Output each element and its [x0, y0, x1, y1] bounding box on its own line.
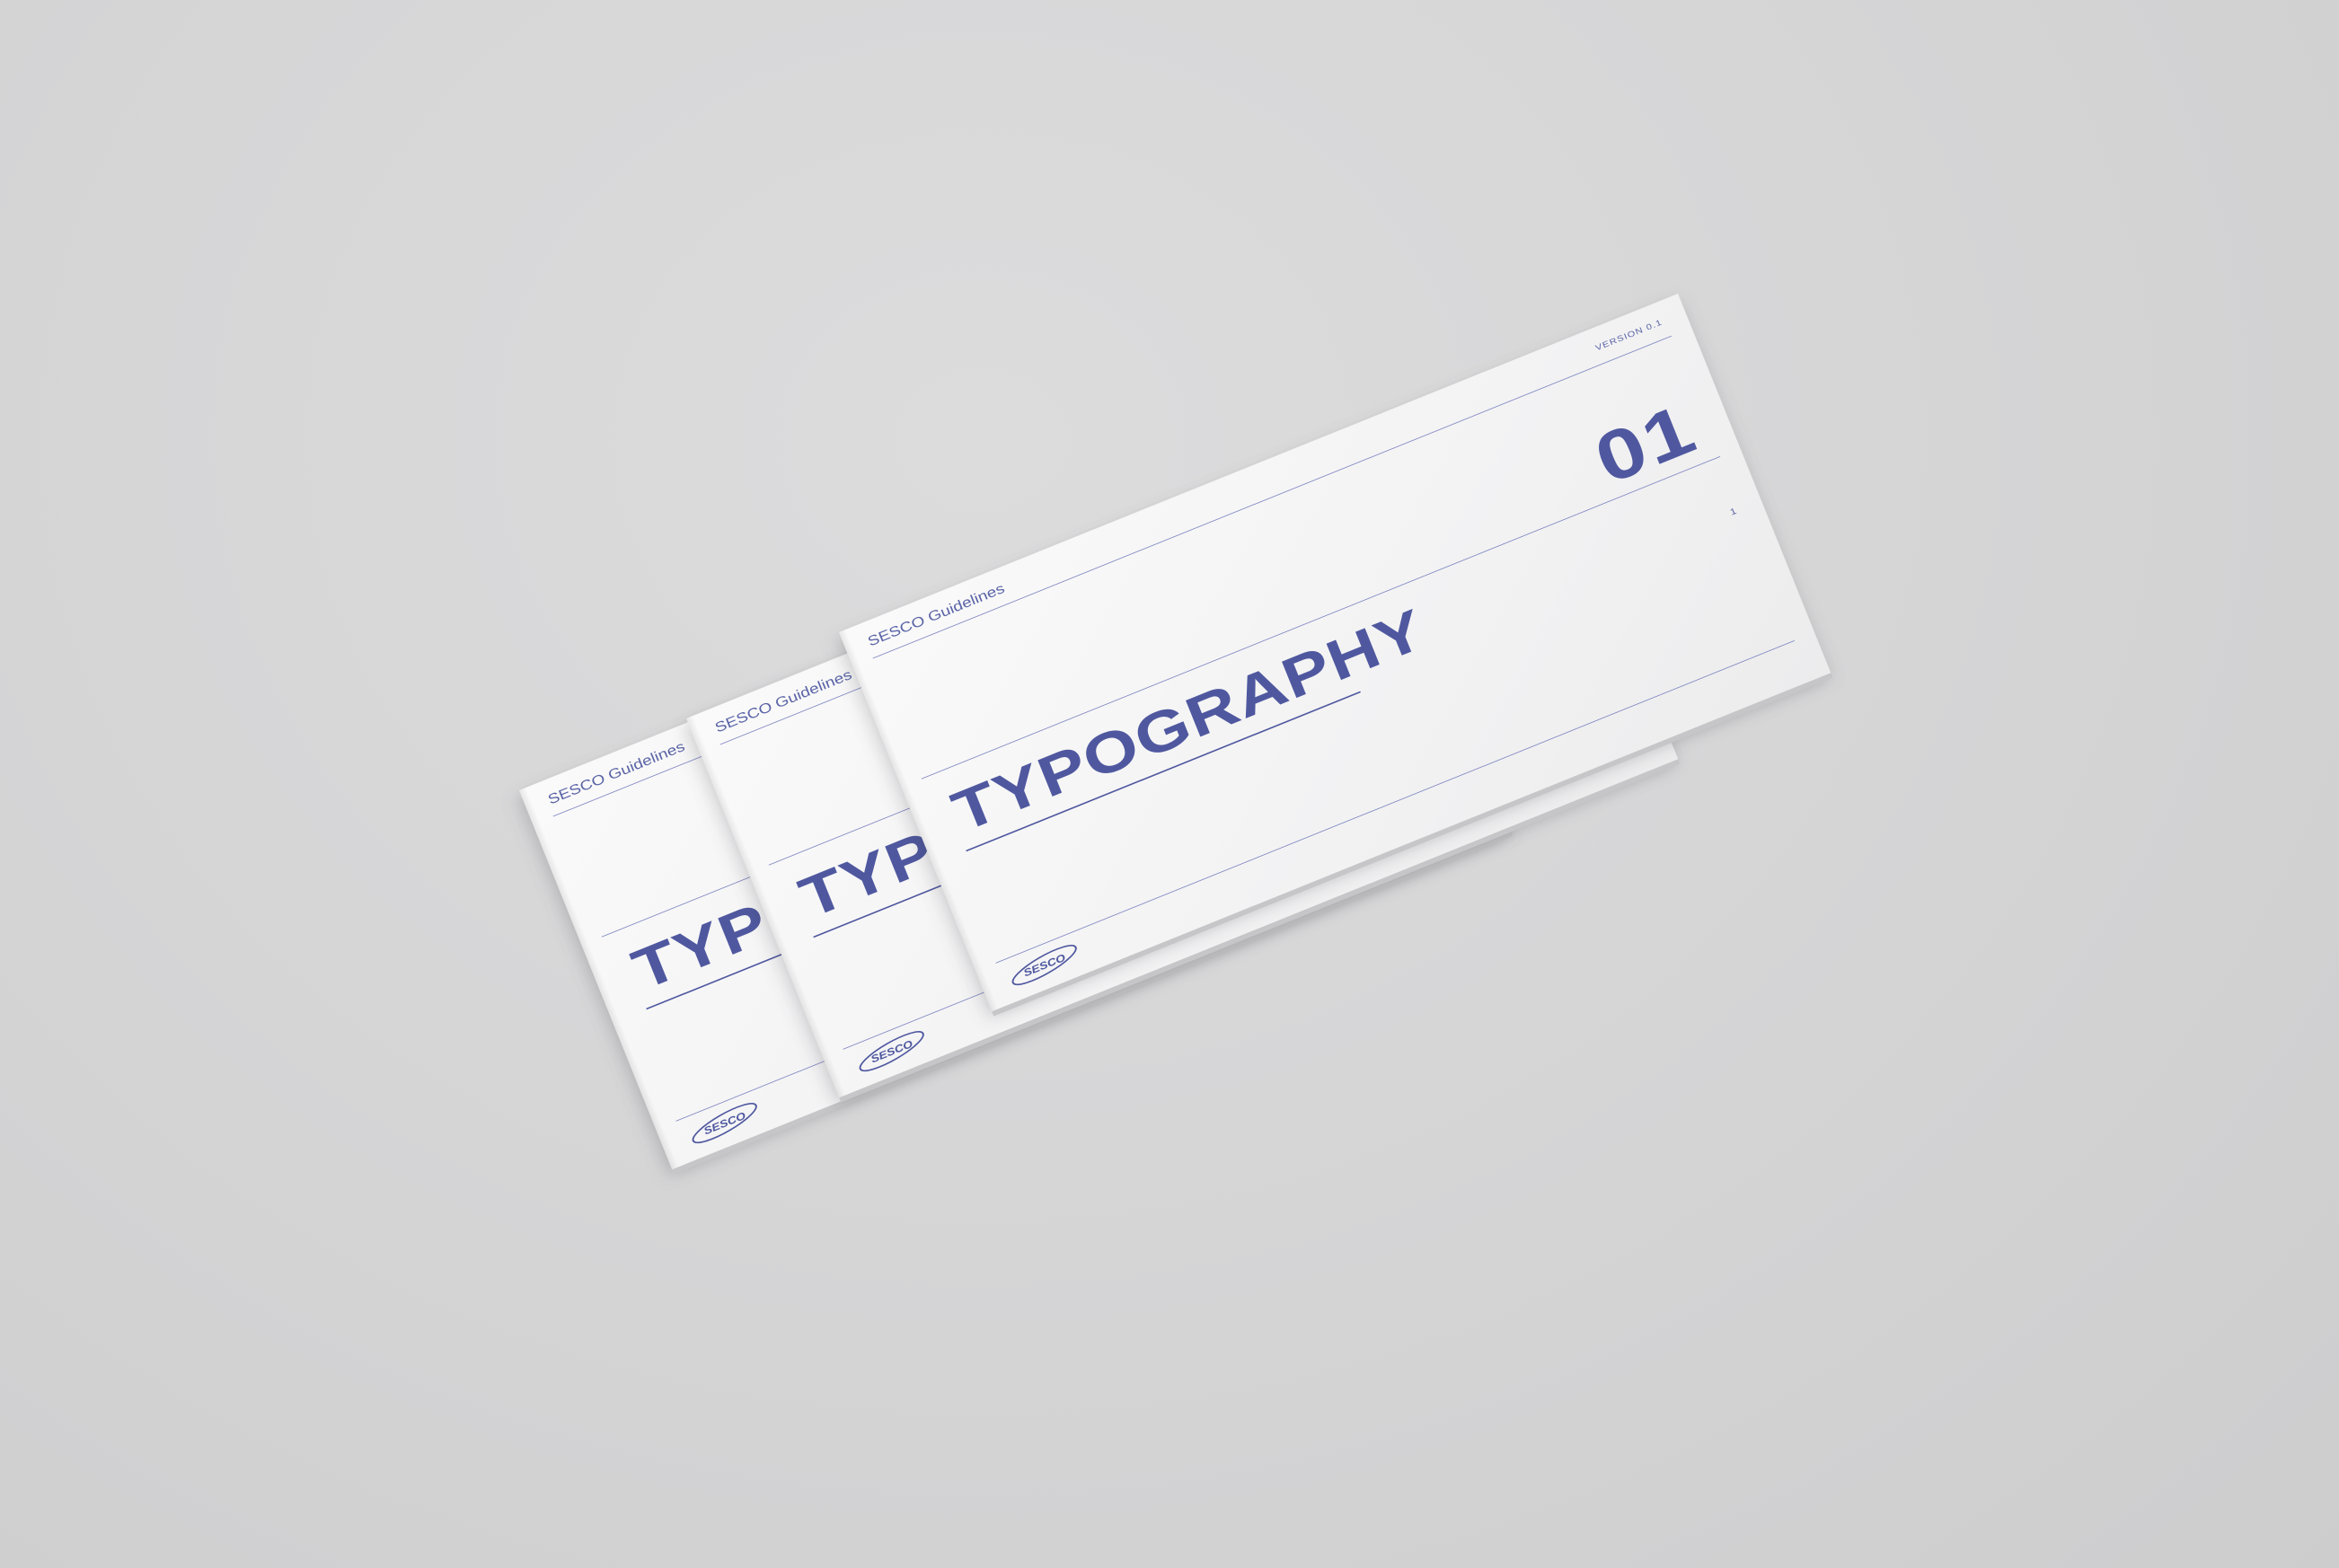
- brand-heading: SESCO Guidelines: [712, 666, 855, 736]
- version-label: VERSION 0.1: [1593, 318, 1664, 353]
- brand-heading: SESCO Guidelines: [865, 580, 1008, 650]
- brand-heading: SESCO Guidelines: [545, 738, 688, 808]
- cover-title: TYPOGRAPHY: [943, 596, 1434, 845]
- section-number: 01: [1584, 389, 1707, 499]
- middle-rule: [921, 455, 1721, 780]
- bottom-rule: [995, 640, 1795, 964]
- top-rule: [872, 335, 1673, 659]
- page-number: 1: [1728, 506, 1738, 518]
- booklet-mockup-scene: SESCO Guidelines TYPOGRAPHY SESCO SESCO …: [0, 0, 2339, 1568]
